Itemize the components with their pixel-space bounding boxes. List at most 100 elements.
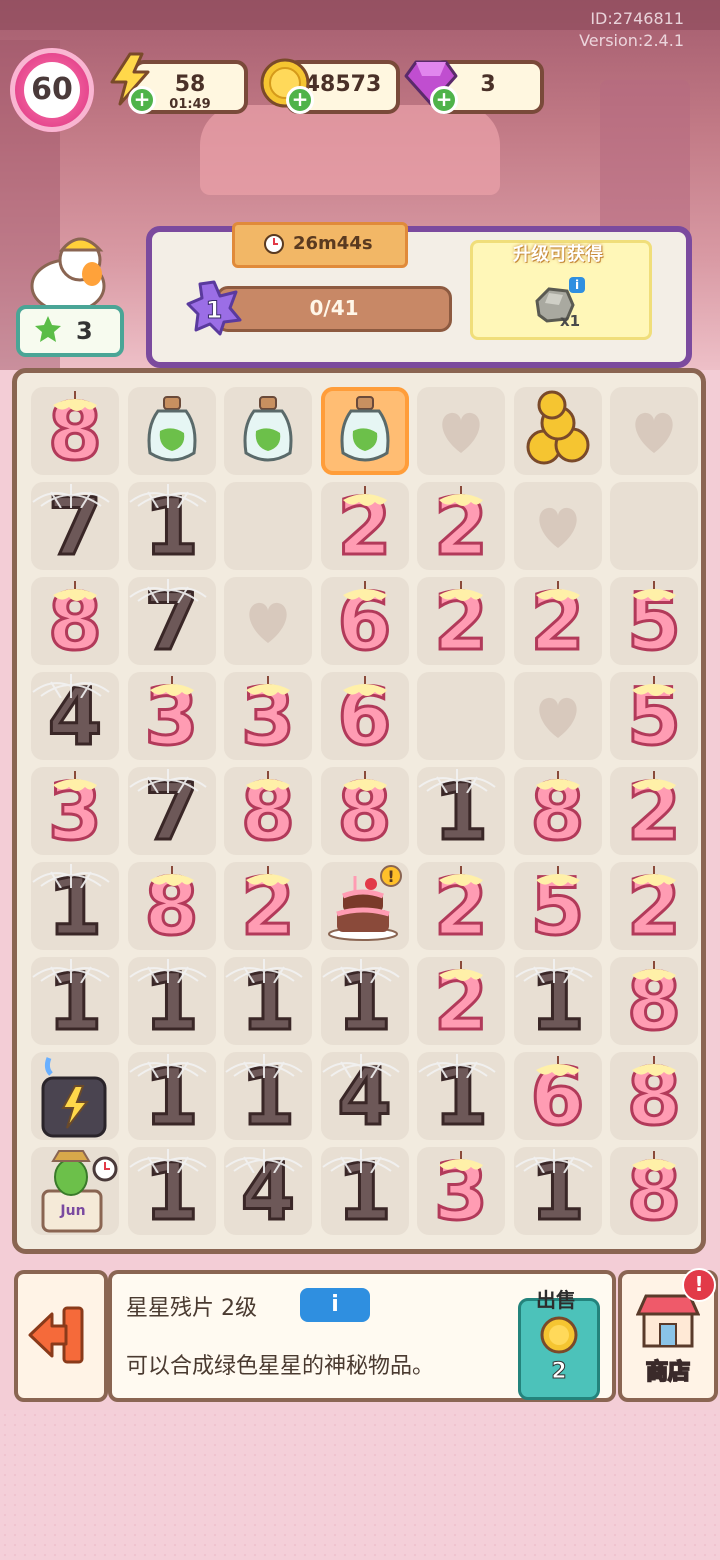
cobweb-candle-4[interactable]: 4 — [224, 1147, 312, 1239]
cobweb-candle-1[interactable]: 1 — [320, 1147, 409, 1239]
cobweb-candle-1[interactable]: 1 — [224, 1052, 312, 1144]
candle-number-2[interactable]: 2 — [513, 577, 602, 669]
icing-drip — [342, 771, 387, 791]
icing-drip — [53, 391, 97, 411]
candle-number-8[interactable]: 8 — [31, 577, 119, 669]
cobweb-icon — [418, 1054, 496, 1078]
icing-drip — [632, 771, 676, 791]
cobweb-candle-1[interactable]: 1 — [127, 1052, 216, 1144]
duck-worker-icon[interactable] — [22, 230, 116, 314]
candle-number-8[interactable]: 8 — [610, 957, 698, 1049]
cobweb-candle-7[interactable]: 7 — [127, 767, 216, 859]
board-cell-locked-heart[interactable] — [513, 672, 602, 760]
reward-info-icon[interactable]: i — [569, 277, 585, 293]
item-description: 可以合成绿色星星的神秘物品。 — [126, 1354, 435, 1379]
birthday-cake[interactable]: ! — [320, 862, 409, 950]
candle-number-5[interactable]: 5 — [610, 672, 698, 764]
board-cell-empty[interactable] — [224, 482, 312, 570]
icing-drip — [439, 961, 483, 981]
cobweb-candle-1[interactable]: 1 — [513, 957, 602, 1049]
purple-star-level-icon: 1 — [186, 280, 242, 336]
cobweb-candle-1[interactable]: 1 — [417, 767, 505, 859]
star-fragment-bottle[interactable] — [224, 387, 312, 475]
cobweb-candle-1[interactable]: 1 — [320, 957, 409, 1049]
coin-pile[interactable] — [513, 387, 602, 475]
version-label: Version:2.4.1 — [579, 31, 684, 50]
candle-number-8[interactable]: 8 — [31, 387, 119, 479]
candle-number-2[interactable]: 2 — [417, 482, 505, 574]
clock-icon — [264, 234, 284, 254]
candle-number-2[interactable]: 2 — [610, 767, 698, 859]
add-energy-plus-icon[interactable]: + — [128, 86, 156, 114]
candle-number-5[interactable]: 5 — [513, 862, 602, 954]
cobweb-candle-7[interactable]: 7 — [31, 482, 119, 574]
candle-number-2[interactable]: 2 — [417, 577, 505, 669]
cobweb-candle-1[interactable]: 1 — [31, 862, 119, 954]
cobweb-candle-1[interactable]: 1 — [31, 957, 119, 1049]
candle-number-3[interactable]: 3 — [417, 1147, 505, 1239]
board-cell-locked-heart[interactable] — [513, 482, 602, 570]
cobweb-candle-1[interactable]: 1 — [417, 1052, 505, 1144]
cobweb-candle-1[interactable]: 1 — [513, 1147, 602, 1239]
star-fragment-bottle[interactable] — [127, 387, 216, 475]
candle-number-2[interactable]: 2 — [320, 482, 409, 574]
green-star-fragment-icon — [35, 316, 61, 342]
cobweb-icon — [321, 1149, 400, 1173]
icing-drip — [632, 1056, 676, 1076]
item-info-button[interactable]: i — [300, 1288, 370, 1322]
cobweb-candle-7[interactable]: 7 — [127, 577, 216, 669]
icing-drip — [439, 866, 483, 886]
board-cell-locked-heart[interactable] — [224, 577, 312, 665]
cactus-pot-generator[interactable]: Jun — [31, 1147, 119, 1235]
svg-text:!: ! — [387, 867, 394, 886]
item-info-panel: 星星残片 2级 i 可以合成绿色星星的神秘物品。 2 出售 — [108, 1270, 616, 1402]
cobweb-candle-1[interactable]: 1 — [127, 957, 216, 1049]
board-cell-empty[interactable] — [417, 672, 505, 760]
icing-drip — [535, 771, 580, 791]
shop-button[interactable]: 商店 ! — [618, 1268, 718, 1402]
cake-icon: ! — [327, 865, 402, 941]
candle-number-8[interactable]: 8 — [127, 862, 216, 954]
candle-number-2[interactable]: 2 — [417, 957, 505, 1049]
icing-drip — [342, 676, 387, 696]
icing-drip — [439, 486, 483, 506]
candle-number-8[interactable]: 8 — [224, 767, 312, 859]
potion-bottle-icon — [340, 396, 389, 462]
candle-number-2[interactable]: 2 — [224, 862, 312, 954]
candle-number-3[interactable]: 3 — [224, 672, 312, 764]
candle-number-5[interactable]: 5 — [610, 577, 698, 669]
candle-number-6[interactable]: 6 — [513, 1052, 602, 1144]
cobweb-candle-1[interactable]: 1 — [127, 482, 216, 574]
board-cell-locked-heart[interactable] — [610, 387, 698, 475]
candle-number-3[interactable]: 3 — [127, 672, 216, 764]
candle-number-3[interactable]: 3 — [31, 767, 119, 859]
candle-number-2[interactable]: 2 — [417, 862, 505, 954]
level-progress-bar: 0/41 — [216, 286, 452, 332]
player-level-badge[interactable]: 60 — [10, 48, 94, 132]
cobweb-candle-4[interactable]: 4 — [320, 1052, 409, 1144]
cobweb-icon — [128, 579, 207, 603]
add-gems-plus-icon[interactable]: + — [430, 86, 458, 114]
candle-number-6[interactable]: 6 — [320, 672, 409, 764]
board-cell-empty[interactable] — [610, 482, 698, 570]
cobweb-candle-1[interactable]: 1 — [224, 957, 312, 1049]
cobweb-candle-4[interactable]: 4 — [31, 672, 119, 764]
board-cell-locked-heart[interactable] — [417, 387, 505, 475]
exit-button[interactable] — [14, 1270, 108, 1402]
energy-generator[interactable] — [31, 1052, 119, 1140]
cobweb-candle-1[interactable]: 1 — [127, 1147, 216, 1239]
candle-number-8[interactable]: 8 — [610, 1147, 698, 1239]
sell-button[interactable]: 2 — [518, 1298, 600, 1400]
candle-number-8[interactable]: 8 — [513, 767, 602, 859]
candle-number-6[interactable]: 6 — [320, 577, 409, 669]
candle-number-8[interactable]: 8 — [320, 767, 409, 859]
selected-star-fragment-bottle[interactable] — [320, 387, 409, 475]
star-level-number: 1 — [206, 296, 223, 324]
heart-icon — [249, 602, 287, 643]
task-timer-text: 26m44s — [293, 233, 373, 254]
candle-number-2[interactable]: 2 — [610, 862, 698, 954]
add-coins-plus-icon[interactable]: + — [286, 86, 314, 114]
potion-bottle-icon — [147, 396, 196, 462]
duck-count-badge[interactable]: 3 — [16, 305, 124, 357]
candle-number-8[interactable]: 8 — [610, 1052, 698, 1144]
